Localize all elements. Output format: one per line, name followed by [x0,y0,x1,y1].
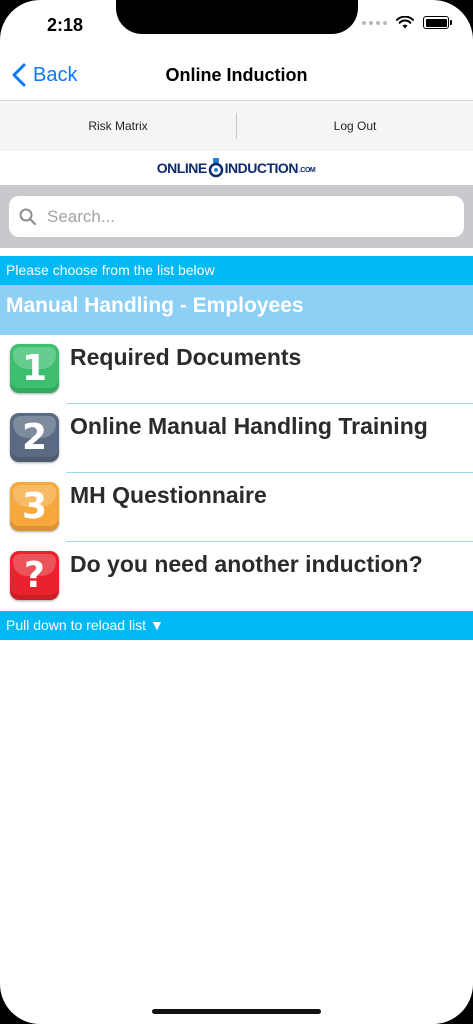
list-item-mh-questionnaire[interactable]: 3 MH Questionnaire [0,473,473,542]
list-item-label: Required Documents [70,344,302,370]
question-mark-icon: ? [10,551,59,600]
list-item-required-documents[interactable]: 1 Required Documents [0,335,473,404]
induction-list: 1 Required Documents 2 Online Manual Han… [0,335,473,611]
status-time: 2:18 [47,15,84,35]
instruction-banner: Please choose from the list below [0,256,473,285]
navigation-bar: Back Online Induction [0,52,473,100]
number-2-icon: 2 [10,413,59,462]
battery-icon [423,16,452,29]
search-box[interactable] [9,196,464,237]
number-3-icon: 3 [10,482,59,531]
home-indicator[interactable] [152,1009,321,1014]
search-input[interactable] [45,205,449,228]
logo-text-b: INDUCTION [224,160,299,176]
wifi-icon [396,16,414,29]
page-title: Online Induction [165,65,308,85]
reload-hint: Pull down to reload list ▼ [0,611,473,640]
list-item-label: MH Questionnaire [70,482,267,508]
search-icon [19,208,37,225]
search-bar-container [0,185,473,248]
device-notch [116,0,358,34]
section-title: Manual Handling - Employees [0,285,473,335]
signal-icon [362,20,387,25]
phone-screen: 2:18 Back Online Induction Risk Matrix L… [0,0,473,1024]
logo-lock-icon [208,158,223,178]
top-toolbar: Risk Matrix Log Out [0,101,473,151]
logo-text-a: ONLINE [156,160,207,176]
logo: ONLINE INDUCTION .COM [148,151,324,185]
status-icons [362,16,452,29]
number-1-icon: 1 [10,344,59,393]
list-item-manual-handling-training[interactable]: 2 Online Manual Handling Training [0,404,473,473]
risk-matrix-button[interactable]: Risk Matrix [0,119,236,133]
list-item-label: Online Manual Handling Training [70,413,428,439]
list-item-another-induction[interactable]: ? Do you need another induction? [0,542,473,611]
logo-suffix: .COM [298,166,316,174]
log-out-button[interactable]: Log Out [237,119,473,133]
list-item-label: Do you need another induction? [70,551,423,577]
